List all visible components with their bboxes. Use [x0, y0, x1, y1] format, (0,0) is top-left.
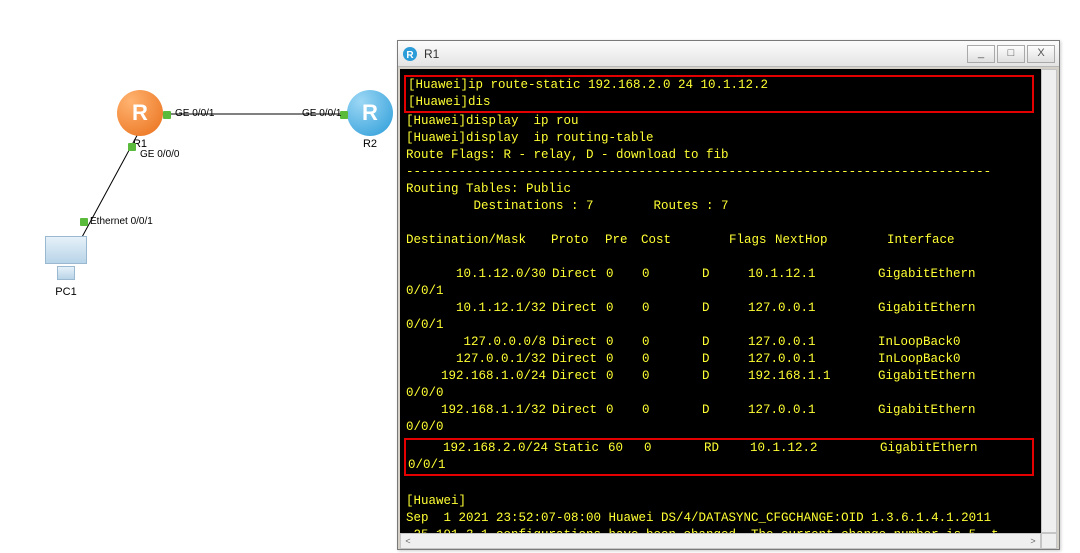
- cmd-disp-rou: [Huawei]display ip rou: [406, 113, 1034, 130]
- titlebar[interactable]: R R1 _ □ X: [398, 41, 1059, 67]
- node-r1[interactable]: R R1: [117, 90, 163, 150]
- port-label-pc1-eth001: Ethernet 0/0/1: [90, 216, 153, 227]
- topology-canvas[interactable]: R R1 GE 0/0/1 GE 0/0/0 R R2 GE 0/0/1 PC1…: [0, 0, 410, 553]
- routes-count: Destinations : 7 Routes : 7: [406, 198, 1034, 215]
- maximize-button[interactable]: □: [997, 45, 1025, 63]
- node-r2[interactable]: R R2: [347, 90, 393, 150]
- router-icon: R: [347, 90, 393, 136]
- log-line: Sep 1 2021 23:52:07-08:00 Huawei DS/4/DA…: [406, 510, 1034, 527]
- port-pc1-eth001-dot: [80, 218, 88, 226]
- minimize-button[interactable]: _: [967, 45, 995, 63]
- node-label-pc1: PC1: [42, 286, 90, 298]
- scroll-corner: [1041, 533, 1057, 549]
- divider: ----------------------------------------…: [406, 164, 1034, 181]
- port-r1-ge000-dot: [128, 143, 136, 151]
- route-row-suffix: 0/0/1: [406, 317, 1034, 334]
- router-app-icon: R: [402, 46, 418, 62]
- route-row-suffix: 0/0/0: [406, 385, 1034, 402]
- router-glyph: R: [132, 100, 148, 126]
- route-row: 192.168.1.0/24Direct00D192.168.1.1Gigabi…: [406, 368, 1034, 385]
- cmd-static-route: [Huawei]ip route-static 192.168.2.0 24 1…: [408, 77, 1030, 94]
- route-flags-legend: Route Flags: R - relay, D - download to …: [406, 147, 1034, 164]
- close-button[interactable]: X: [1027, 45, 1055, 63]
- route-row-suffix: 0/0/1: [408, 457, 1030, 474]
- port-label-r2-ge001: GE 0/0/1: [302, 108, 341, 119]
- vertical-scrollbar[interactable]: [1041, 69, 1057, 533]
- cmd-dis: [Huawei]dis: [408, 94, 1030, 111]
- route-row: 10.1.12.1/32Direct00D127.0.0.1GigabitEth…: [406, 300, 1034, 317]
- port-r1-ge001-dot: [163, 111, 171, 119]
- port-label-r1-ge000: GE 0/0/0: [140, 149, 179, 160]
- route-row: 127.0.0.0/8Direct00D127.0.0.1InLoopBack0: [406, 334, 1034, 351]
- route-row: 127.0.0.1/32Direct00D127.0.0.1InLoopBack…: [406, 351, 1034, 368]
- node-pc1[interactable]: PC1: [42, 236, 90, 298]
- terminal-area: [Huawei]ip route-static 192.168.2.0 24 1…: [400, 69, 1057, 549]
- route-row-static: 192.168.2.0/24Static600RD10.1.12.2Gigabi…: [408, 440, 1030, 457]
- scroll-left-icon[interactable]: <: [401, 534, 415, 548]
- route-row: 192.168.1.1/32Direct00D127.0.0.1GigabitE…: [406, 402, 1034, 419]
- highlight-command: [Huawei]ip route-static 192.168.2.0 24 1…: [404, 75, 1034, 113]
- highlight-static-route: 192.168.2.0/24Static600RD10.1.12.2Gigabi…: [404, 438, 1034, 476]
- terminal-window[interactable]: R R1 _ □ X [Huawei]ip route-static 192.1…: [397, 40, 1060, 550]
- router-icon: R: [117, 90, 163, 136]
- routing-tables-title: Routing Tables: Public: [406, 181, 1034, 198]
- port-label-r1-ge001: GE 0/0/1: [175, 108, 214, 119]
- router-glyph: R: [362, 100, 378, 126]
- svg-text:R: R: [406, 50, 414, 61]
- pc-icon: [42, 236, 90, 284]
- node-label-r2: R2: [347, 138, 393, 150]
- horizontal-scrollbar[interactable]: < >: [400, 533, 1041, 549]
- window-title: R1: [424, 47, 967, 61]
- route-header: Destination/MaskProtoPreCostFlagsNextHop…: [406, 232, 1034, 249]
- route-row-suffix: 0/0/0: [406, 419, 1034, 436]
- cmd-disp-routing-table: [Huawei]display ip routing-table: [406, 130, 1034, 147]
- scroll-right-icon[interactable]: >: [1026, 534, 1040, 548]
- route-row-suffix: 0/0/1: [406, 283, 1034, 300]
- terminal-output[interactable]: [Huawei]ip route-static 192.168.2.0 24 1…: [400, 69, 1040, 533]
- route-row: 10.1.12.0/30Direct00D10.1.12.1GigabitEth…: [406, 266, 1034, 283]
- prompt: [Huawei]: [406, 493, 1034, 510]
